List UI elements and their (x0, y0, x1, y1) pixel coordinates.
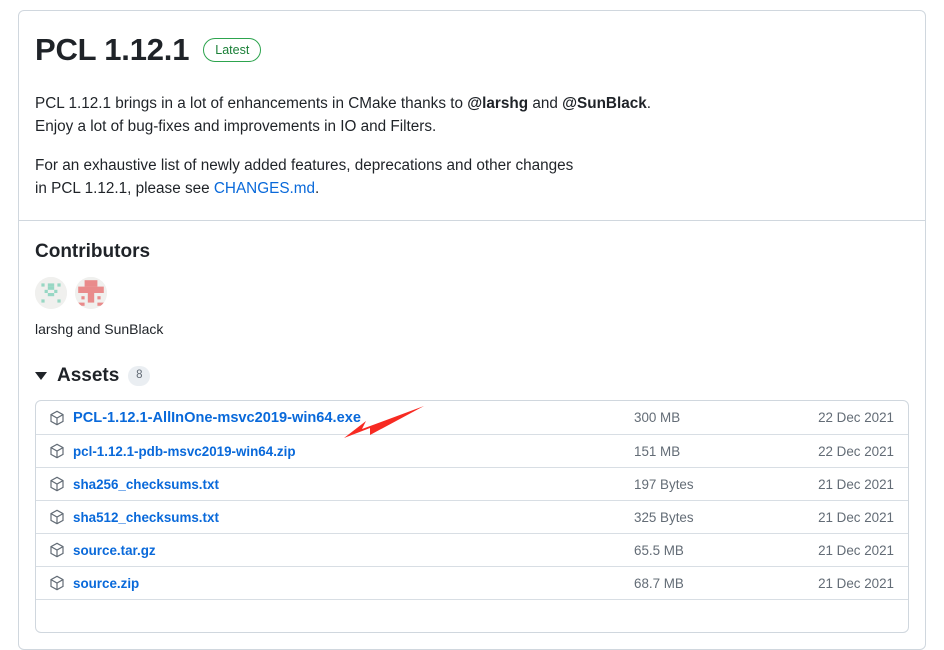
package-icon (50, 575, 64, 591)
desc-text-2: and (528, 95, 563, 113)
assets-table: PCL-1.12.1-AllInOne-msvc2019-win64.exe 3… (35, 400, 909, 634)
asset-size: 197 Bytes (634, 476, 694, 492)
table-row[interactable] (36, 599, 908, 632)
asset-name-cell: source.tar.gz (49, 542, 634, 558)
asset-date: 21 Dec 2021 (818, 509, 894, 525)
contributor-avatar-row (35, 277, 909, 310)
assets-section: Assets 8 PCL-1.12.1-AllInOne-msvc2019-wi… (19, 347, 925, 634)
page-title: PCL 1.12.1 (35, 32, 190, 67)
assets-heading: Assets (57, 365, 120, 387)
desc-text-3: . (646, 95, 651, 113)
avatar-sunblack[interactable] (75, 277, 107, 310)
avatar-larshg[interactable] (35, 277, 67, 310)
package-icon (50, 443, 64, 459)
asset-name-cell: PCL-1.12.1-AllInOne-msvc2019-win64.exe (49, 410, 634, 426)
table-row[interactable]: PCL-1.12.1-AllInOne-msvc2019-win64.exe 3… (36, 401, 908, 434)
asset-size: 300 MB (634, 410, 681, 426)
asset-name-cell: pcl-1.12.1-pdb-msvc2019-win64.zip (49, 443, 634, 459)
asset-size: 65.5 MB (634, 542, 684, 558)
package-icon (50, 476, 64, 492)
table-row[interactable]: sha512_checksums.txt 325 Bytes 21 Dec 20… (36, 500, 908, 533)
chevron-down-icon[interactable] (35, 372, 47, 381)
desc-text-7: . (315, 179, 320, 197)
asset-size: 151 MB (634, 443, 681, 459)
mention-sunblack[interactable]: @SunBlack (562, 95, 647, 112)
changes-md-link[interactable]: CHANGES.md (214, 180, 315, 197)
asset-date: 21 Dec 2021 (818, 575, 894, 591)
desc-text-1: PCL 1.12.1 brings in a lot of enhancemen… (35, 95, 468, 113)
package-icon (50, 542, 64, 558)
release-card: PCL 1.12.1 Latest PCL 1.12.1 brings in a… (18, 10, 926, 650)
asset-name-cell: sha256_checksums.txt (49, 476, 634, 492)
asset-link[interactable]: source.tar.gz (73, 543, 156, 558)
asset-name-cell: source.zip (49, 575, 634, 591)
asset-link[interactable]: PCL-1.12.1-AllInOne-msvc2019-win64.exe (73, 410, 361, 426)
identicon-sunblack (75, 277, 107, 310)
desc-text-4: Enjoy a lot of bug-fixes and improvement… (35, 117, 437, 135)
package-icon (50, 509, 64, 525)
table-row[interactable]: sha256_checksums.txt 197 Bytes 21 Dec 20… (36, 467, 908, 500)
asset-date: 21 Dec 2021 (818, 542, 894, 558)
table-row[interactable]: source.zip 68.7 MB 21 Dec 2021 (36, 566, 908, 599)
contributor-names: larshg and SunBlack (35, 321, 164, 338)
asset-link[interactable]: source.zip (73, 576, 139, 591)
contributors-section: Contributors larshg and SunBlack (19, 221, 925, 347)
asset-size: 68.7 MB (634, 575, 684, 591)
release-body: PCL 1.12.1 Latest PCL 1.12.1 brings in a… (19, 11, 925, 220)
release-description-paragraph-1: PCL 1.12.1 brings in a lot of enhancemen… (35, 93, 909, 138)
identicon-larshg (35, 277, 67, 310)
status-badge-latest: Latest (203, 38, 262, 63)
asset-name-cell: sha512_checksums.txt (49, 509, 634, 525)
asset-date: 21 Dec 2021 (818, 476, 894, 492)
release-description-paragraph-2: For an exhaustive list of newly added fe… (35, 155, 909, 200)
asset-link[interactable]: pcl-1.12.1-pdb-msvc2019-win64.zip (73, 444, 296, 459)
contributors-heading: Contributors (35, 241, 151, 263)
package-icon (50, 410, 64, 425)
asset-link[interactable]: sha512_checksums.txt (73, 510, 219, 525)
desc-text-5: For an exhaustive list of newly added fe… (35, 157, 574, 175)
asset-size: 325 Bytes (634, 509, 694, 525)
asset-link[interactable]: sha256_checksums.txt (73, 477, 219, 492)
asset-date: 22 Dec 2021 (818, 443, 894, 459)
assets-heading-row[interactable]: Assets 8 (35, 365, 909, 387)
desc-text-6: in PCL 1.12.1, please see (35, 179, 214, 197)
mention-larshg[interactable]: @larshg (467, 95, 528, 112)
asset-date: 22 Dec 2021 (818, 410, 894, 426)
assets-count-badge: 8 (128, 366, 151, 387)
table-row[interactable]: pcl-1.12.1-pdb-msvc2019-win64.zip 151 MB… (36, 434, 908, 467)
release-title-row: PCL 1.12.1 Latest (35, 32, 909, 67)
table-row[interactable]: source.tar.gz 65.5 MB 21 Dec 2021 (36, 533, 908, 566)
